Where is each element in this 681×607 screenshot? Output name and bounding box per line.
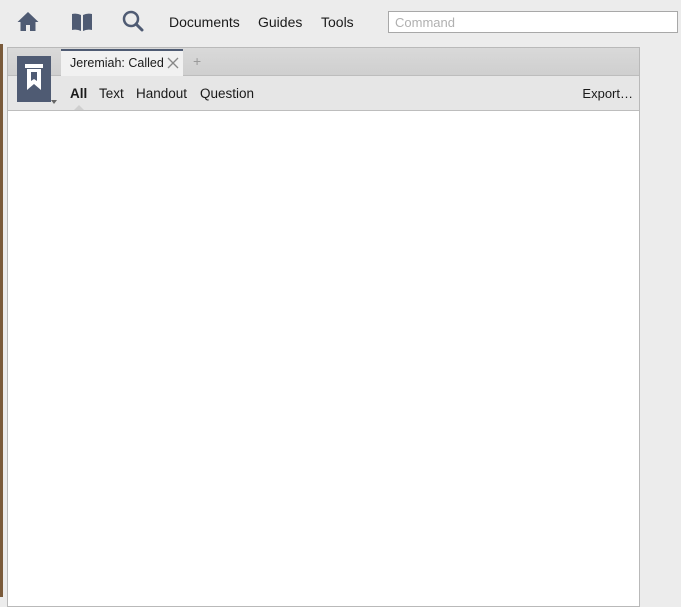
filter-all[interactable]: All: [70, 86, 87, 101]
menu-documents[interactable]: Documents: [169, 14, 240, 30]
home-icon[interactable]: [16, 10, 40, 34]
export-button[interactable]: Export…: [582, 86, 633, 101]
filter-question[interactable]: Question: [200, 86, 254, 101]
tab-label: Jeremiah: Called: [70, 56, 164, 70]
search-icon[interactable]: [121, 10, 145, 34]
menu-guides[interactable]: Guides: [258, 14, 302, 30]
panel-header: Jeremiah: Called + All Text Handout Ques…: [8, 48, 639, 111]
tab-jeremiah-called[interactable]: Jeremiah: Called: [61, 49, 183, 76]
document-panel: Jeremiah: Called + All Text Handout Ques…: [7, 47, 640, 607]
active-filter-indicator: [74, 105, 84, 110]
add-tab-button[interactable]: +: [193, 53, 201, 69]
filter-handout[interactable]: Handout: [136, 86, 187, 101]
filter-text[interactable]: Text: [99, 86, 124, 101]
top-toolbar: Documents Guides Tools: [0, 0, 681, 44]
close-icon[interactable]: [167, 56, 179, 69]
filter-bar: All Text Handout Question Export…: [8, 76, 639, 110]
window-edge: [0, 44, 3, 597]
document-content-area[interactable]: [8, 111, 639, 601]
menu-tools[interactable]: Tools: [321, 14, 354, 30]
library-icon[interactable]: [70, 10, 94, 34]
command-input[interactable]: [388, 11, 678, 33]
